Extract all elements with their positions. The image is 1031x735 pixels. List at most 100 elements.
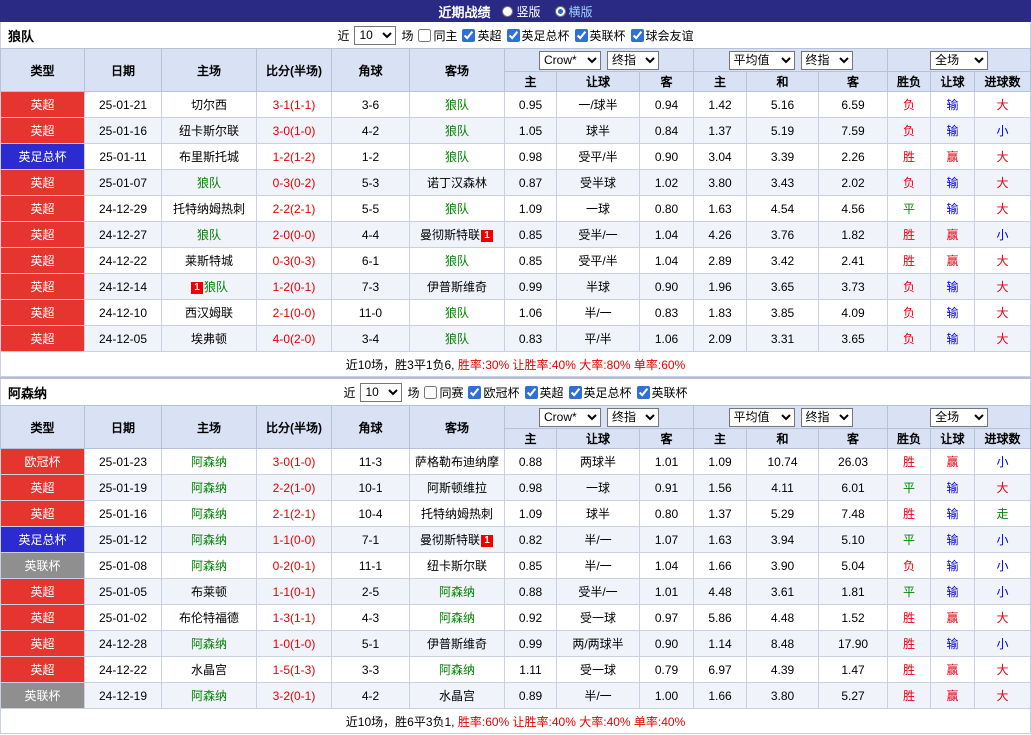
team-link[interactable]: 狼队	[445, 150, 469, 164]
filter-same-toggle[interactable]: 同主	[418, 27, 457, 44]
avg-stage-select[interactable]: 终指	[800, 407, 853, 427]
team-link[interactable]: 西汉姆联	[185, 306, 233, 320]
average-select[interactable]: 平均值	[728, 50, 795, 70]
team-link[interactable]: 阿森纳	[191, 559, 227, 573]
team-link[interactable]: 狼队	[445, 98, 469, 112]
team-link[interactable]: 伊普斯维奇	[427, 280, 487, 294]
corner-count: 5-5	[331, 195, 410, 222]
handicap-odds-away: 1.06	[638, 325, 695, 352]
league-type-badge: 英超	[0, 604, 85, 631]
result-goals: 大	[974, 325, 1031, 352]
team-link[interactable]: 狼队	[197, 176, 221, 190]
team-link[interactable]: 纽卡斯尔联	[179, 124, 239, 138]
league-type-badge: 英联杯	[0, 552, 85, 579]
avg-stage-select[interactable]: 终指	[800, 50, 853, 70]
average-select[interactable]: 平均值	[728, 407, 795, 427]
avg-odds-draw: 3.94	[746, 526, 820, 553]
match-count-select[interactable]: 10	[360, 382, 403, 402]
league-checkbox[interactable]	[468, 385, 482, 399]
match-row: 英超 24-12-22 水晶宫 1-5(1-3) 3-3 阿森纳 1.11 受一球 0.79 6.…	[0, 656, 1031, 683]
team-link[interactable]: 狼队	[445, 254, 469, 268]
league-filter-toggle[interactable]: 球会友谊	[630, 27, 694, 44]
filter-label: 英联杯	[651, 385, 688, 400]
team-link[interactable]: 切尔西	[191, 98, 227, 112]
team-link[interactable]: 狼队	[204, 280, 228, 294]
team-link[interactable]: 布伦特福德	[179, 611, 239, 625]
team-link[interactable]: 布里斯托城	[179, 150, 239, 164]
team-link[interactable]: 伊普斯维奇	[427, 637, 487, 651]
match-date: 24-12-27	[84, 221, 162, 248]
match-count-select[interactable]: 10	[354, 25, 397, 45]
odds-stage-select[interactable]: 终指	[607, 407, 659, 427]
bookmaker-select[interactable]: Crow*	[539, 50, 601, 70]
league-checkbox[interactable]	[506, 28, 520, 42]
team-link[interactable]: 狼队	[445, 202, 469, 216]
team-link[interactable]: 阿森纳	[191, 533, 227, 547]
match-date: 24-12-14	[84, 273, 162, 300]
sub-col-header: 让球	[930, 71, 976, 92]
league-filter-toggle[interactable]: 英联杯	[636, 384, 688, 401]
layout-option-vertical[interactable]: 竖版	[502, 3, 541, 20]
corner-count: 5-3	[331, 169, 410, 196]
team-link[interactable]: 阿森纳	[439, 585, 475, 599]
team-link[interactable]: 狼队	[445, 124, 469, 138]
scope-select[interactable]: 全场	[930, 50, 989, 70]
avg-odds-away: 17.90	[818, 630, 889, 657]
handicap-line: 受半/一	[556, 221, 640, 248]
avg-odds-away: 7.48	[818, 500, 889, 527]
league-filter-toggle[interactable]: 英超	[524, 384, 564, 401]
league-filter-toggle[interactable]: 英足总杯	[506, 27, 570, 44]
team-link[interactable]: 阿森纳	[191, 689, 227, 703]
same-checkbox[interactable]	[418, 28, 432, 42]
team-link[interactable]: 纽卡斯尔联	[427, 559, 487, 573]
team-link[interactable]: 阿森纳	[191, 455, 227, 469]
avg-odds-home: 1.14	[693, 630, 748, 657]
avg-odds-away: 4.56	[818, 195, 889, 222]
handicap-odds-home: 0.88	[504, 578, 557, 605]
team-link[interactable]: 水晶宫	[439, 689, 475, 703]
league-checkbox[interactable]	[630, 28, 644, 42]
team-link[interactable]: 埃弗顿	[191, 332, 227, 346]
handicap-odds-home: 0.98	[504, 474, 557, 501]
team-link[interactable]: 布莱顿	[191, 585, 227, 599]
scope-select[interactable]: 全场	[930, 407, 989, 427]
team-link[interactable]: 萨格勒布迪纳摩	[415, 455, 499, 469]
team-link[interactable]: 曼彻斯特联	[420, 228, 480, 242]
team-link[interactable]: 水晶宫	[191, 663, 227, 677]
team-link[interactable]: 阿斯顿维拉	[427, 481, 487, 495]
team-link[interactable]: 托特纳姆热刺	[421, 507, 493, 521]
odds-stage-select[interactable]: 终指	[607, 50, 659, 70]
team-link[interactable]: 阿森纳	[191, 481, 227, 495]
team-link[interactable]: 狼队	[197, 228, 221, 242]
average-odds-header: 平均值 终指	[693, 405, 889, 429]
league-type-badge: 英超	[0, 656, 85, 683]
corner-count: 3-3	[331, 656, 410, 683]
league-checkbox[interactable]	[462, 28, 476, 42]
layout-option-horizontal[interactable]: 横版	[554, 3, 593, 20]
team-link[interactable]: 曼彻斯特联	[420, 533, 480, 547]
team-link[interactable]: 莱斯特城	[185, 254, 233, 268]
team-link[interactable]: 狼队	[445, 306, 469, 320]
league-filter-toggle[interactable]: 英足总杯	[568, 384, 632, 401]
league-filter-toggle[interactable]: 英联杯	[574, 27, 626, 44]
away-team-cell: 狼队	[409, 91, 505, 118]
home-team-cell: 埃弗顿	[161, 325, 257, 352]
same-checkbox[interactable]	[424, 385, 438, 399]
league-checkbox[interactable]	[568, 385, 582, 399]
league-filter-toggle[interactable]: 欧冠杯	[468, 384, 520, 401]
home-team-cell: 布里斯托城	[161, 143, 257, 170]
league-checkbox[interactable]	[636, 385, 650, 399]
match-score: 0-2(0-1)	[256, 552, 332, 579]
team-link[interactable]: 阿森纳	[439, 663, 475, 677]
team-link[interactable]: 阿森纳	[191, 507, 227, 521]
league-checkbox[interactable]	[524, 385, 538, 399]
team-link[interactable]: 狼队	[445, 332, 469, 346]
league-filter-toggle[interactable]: 英超	[462, 27, 502, 44]
team-link[interactable]: 阿森纳	[191, 637, 227, 651]
team-link[interactable]: 阿森纳	[439, 611, 475, 625]
team-link[interactable]: 托特纳姆热刺	[173, 202, 245, 216]
bookmaker-select[interactable]: Crow*	[539, 407, 601, 427]
filter-same-toggle[interactable]: 同赛	[424, 384, 463, 401]
league-checkbox[interactable]	[574, 28, 588, 42]
team-link[interactable]: 诺丁汉森林	[427, 176, 487, 190]
